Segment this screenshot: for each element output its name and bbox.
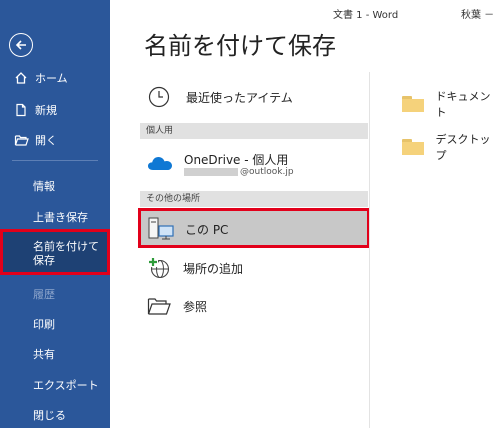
nav-home[interactable]: ホーム (0, 63, 110, 93)
nav-home-label: ホーム (35, 72, 68, 85)
location-recent[interactable]: 最近使ったアイテム (140, 84, 368, 110)
home-icon (13, 70, 29, 86)
arrow-left-icon (15, 40, 26, 50)
email-domain: @outlook.jp (240, 167, 294, 177)
add-place-globe-icon (147, 256, 173, 280)
folder-item[interactable]: デスクトップ (402, 131, 500, 163)
nav-new-label: 新規 (35, 104, 57, 117)
browse-folder-icon (147, 296, 173, 316)
folder-icon (402, 96, 424, 112)
folder-icon (402, 139, 424, 155)
back-button[interactable] (9, 33, 33, 57)
location-recent-label: 最近使ったアイテム (186, 90, 293, 105)
location-this-pc[interactable]: この PC (138, 208, 370, 248)
nav-export[interactable]: エクスポート (0, 377, 110, 393)
computer-icon (147, 216, 175, 246)
user-name: 秋葉 － (461, 10, 495, 21)
nav-new[interactable]: 新規 (0, 95, 110, 125)
onedrive-email: @outlook.jp (184, 167, 294, 177)
nav-history: 履歴 (33, 288, 55, 301)
page-title: 名前を付けて保存 (144, 32, 336, 60)
nav-open[interactable]: 開く (0, 125, 110, 155)
location-browse[interactable]: 参照 (140, 293, 368, 319)
location-this-pc-label: この PC (185, 223, 229, 237)
nav-open-label: 開く (35, 134, 57, 147)
nav-save-as[interactable]: 名前を付けて保存 (0, 229, 110, 275)
section-personal: 個人用 (140, 123, 368, 139)
sidebar-divider (12, 160, 98, 161)
new-document-icon (13, 102, 29, 118)
location-browse-label: 参照 (183, 299, 208, 314)
nav-save-as-label: 名前を付けて保存 (33, 240, 99, 267)
folder-item[interactable]: ドキュメント (402, 88, 500, 120)
backstage-sidebar: ホーム 新規 開く 情報 上書き保存 名前を付けて保存 履歴 印刷 共有 エクス… (0, 0, 110, 428)
location-onedrive-label: OneDrive - 個人用 (184, 153, 289, 167)
nav-print[interactable]: 印刷 (0, 316, 110, 332)
open-folder-icon (13, 132, 29, 148)
nav-close[interactable]: 閉じる (0, 407, 110, 423)
nav-share[interactable]: 共有 (0, 346, 110, 362)
location-add-place-label: 場所の追加 (183, 261, 244, 276)
section-other-locations: その他の場所 (140, 191, 368, 207)
onedrive-cloud-icon (147, 155, 175, 171)
document-title: 文書 1 - Word (333, 10, 399, 21)
email-mask (184, 167, 238, 176)
clock-icon (148, 86, 172, 108)
location-add-place[interactable]: 場所の追加 (140, 255, 368, 281)
folder-item-label: デスクトップ (435, 133, 491, 162)
pane-divider (369, 72, 370, 428)
nav-info[interactable]: 情報 (0, 178, 110, 194)
nav-save[interactable]: 上書き保存 (0, 209, 110, 225)
folder-item-label: ドキュメント (435, 90, 491, 119)
